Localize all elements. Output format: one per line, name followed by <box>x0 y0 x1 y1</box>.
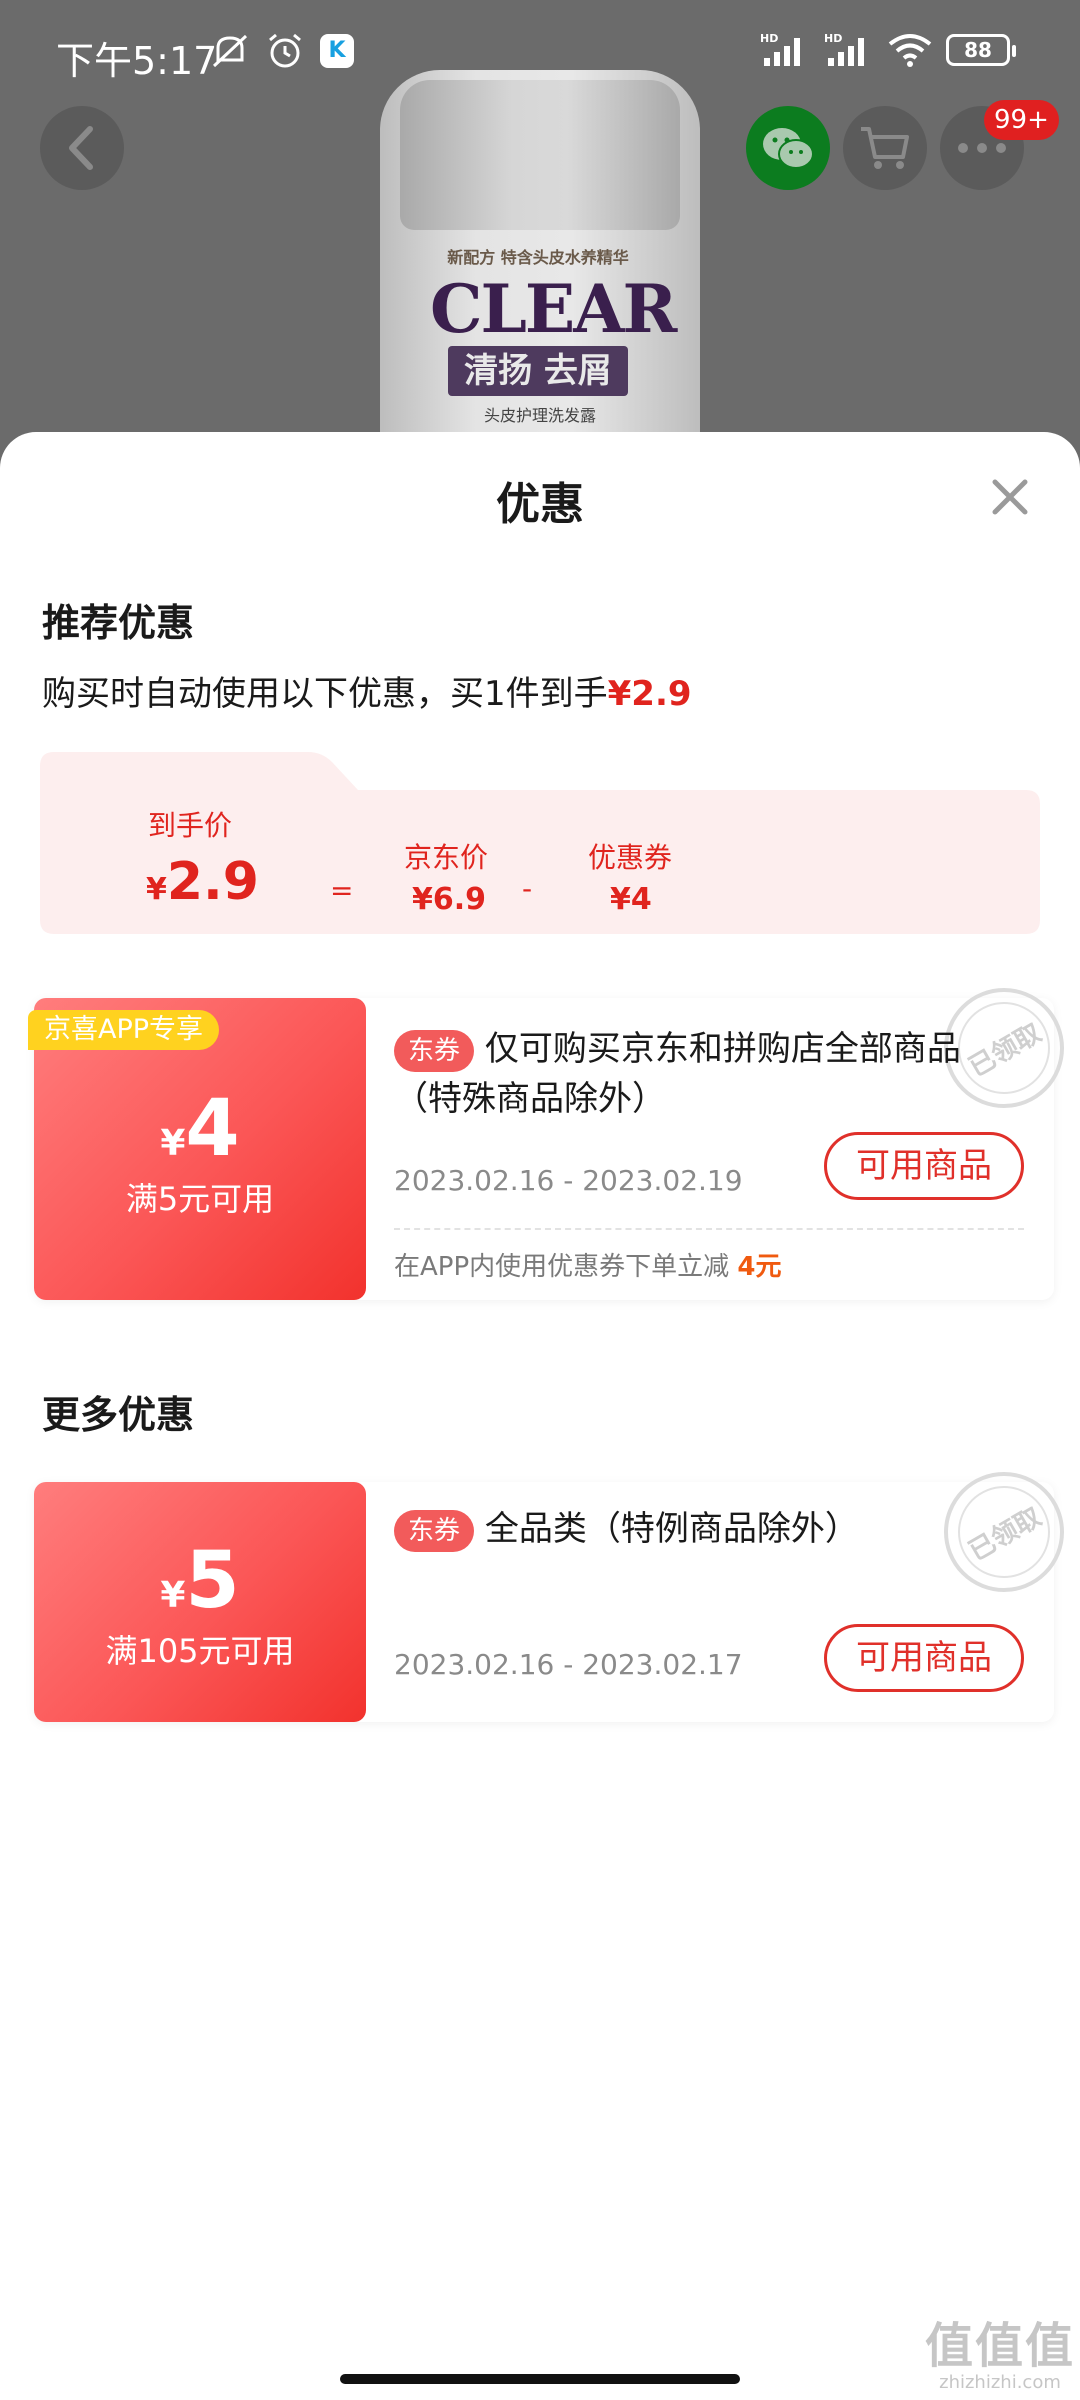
jd-price-value: ¥6.9 <box>412 882 487 917</box>
signal-label: HD <box>760 32 778 45</box>
final-price-yen: ¥ <box>146 872 167 907</box>
message-count-badge: 99+ <box>984 100 1059 140</box>
status-time: 下午5:17 <box>56 39 218 83</box>
jd-price-label: 京东价 <box>404 841 489 874</box>
final-price-label: 到手价 <box>148 809 233 842</box>
jingxi-app-exclusive-tag: 京喜APP专享 <box>28 1010 220 1050</box>
coupon-condition: 满5元可用 <box>125 1180 275 1218</box>
watermark-logo: 值值值 <box>924 2318 1075 2374</box>
final-price-number: 2.9 <box>166 852 259 912</box>
product-brand: CLEAR <box>430 270 677 348</box>
product-desc: 头皮护理洗发露 <box>483 406 596 425</box>
cart-icon <box>861 127 909 169</box>
coupon-sheet: 优惠 推荐优惠 购买时自动使用以下优惠，买1件到手¥2.9 到手价 ¥2.9 =… <box>0 432 1080 2400</box>
status-bar: 下午5:17 K HD HD 88 <box>0 0 1080 100</box>
product-label-top: 新配方 特含头皮水养精华 <box>447 248 629 267</box>
back-button[interactable] <box>40 106 124 190</box>
more-section-title: 更多优惠 <box>42 1393 195 1437</box>
coupon-description: 东券 仅可购买京东和拼购店全部商品（特殊商品除外） <box>394 1024 1024 1124</box>
coupon-yen: ¥ <box>160 1575 186 1616</box>
app-notification-icon: K <box>320 34 354 68</box>
coupon-amount-number: 5 <box>185 1536 240 1626</box>
sheet-title: 优惠 <box>496 479 584 530</box>
coupon-desc-text: 仅可购买京东和拼购店全部商品（特殊商品除外） <box>394 1029 961 1119</box>
watermark-url: zhizhizhi.com <box>939 2372 1061 2393</box>
minus-sign: - <box>522 872 533 905</box>
battery-icon: 88 <box>946 34 1016 66</box>
close-icon[interactable] <box>985 472 1035 522</box>
equals-sign: = <box>330 874 354 907</box>
coupon-type-tag: 东券 <box>394 1509 475 1552</box>
product-cap <box>400 80 680 230</box>
signal-label-2: HD <box>824 32 842 45</box>
price-breakdown-card: 到手价 ¥2.9 = 京东价 ¥6.9 - 优惠券 ¥4 <box>40 752 1040 934</box>
coupon-validity-date: 2023.02.16 - 2023.02.19 <box>394 1164 743 1197</box>
coupon-card[interactable]: ¥5 满105元可用 已领取 东券 全品类（特例商品除外） 2023.02.16… <box>34 1472 1064 1722</box>
recommended-final-price: ¥2.9 <box>607 674 692 714</box>
mute-icon <box>212 34 248 68</box>
coupon-discount-label: 优惠券 <box>588 841 673 874</box>
coupon-amount: ¥4 <box>34 1084 366 1174</box>
cart-button[interactable] <box>843 106 927 190</box>
signal-icon: HD <box>760 32 800 66</box>
coupon-desc-text: 全品类（特例商品除外） <box>484 1509 859 1549</box>
recommended-section-title: 推荐优惠 <box>42 601 195 645</box>
product-sub-brand: 清扬 去屑 <box>448 346 628 396</box>
coupon-note-amount: 4元 <box>737 1252 782 1282</box>
coupon-note-text: 在APP内使用优惠券下单立减 <box>394 1252 738 1282</box>
coupon-condition: 满105元可用 <box>105 1632 295 1670</box>
coupon-yen: ¥ <box>160 1123 186 1164</box>
wechat-share-button[interactable] <box>746 106 830 190</box>
coupon-discount-value: ¥4 <box>610 882 652 917</box>
available-products-button[interactable]: 可用商品 <box>824 1132 1024 1200</box>
home-indicator[interactable] <box>340 2374 740 2384</box>
signal-icon-2: HD <box>824 32 864 66</box>
available-products-button[interactable]: 可用商品 <box>824 1624 1024 1692</box>
coupon-amount-number: 4 <box>185 1084 240 1174</box>
recommended-subtitle-text: 购买时自动使用以下优惠，买1件到手 <box>42 674 608 714</box>
coupon-amount-panel: ¥5 满105元可用 <box>34 1482 366 1722</box>
chevron-left-icon <box>69 126 93 170</box>
wifi-icon <box>888 34 932 67</box>
more-dots-icon <box>958 143 1006 153</box>
coupon-validity-date: 2023.02.16 - 2023.02.17 <box>394 1648 743 1681</box>
watermark: 值值值 zhizhizhi.com <box>920 2320 1080 2393</box>
final-price-value: ¥2.9 <box>146 852 259 912</box>
coupon-divider <box>394 1228 1024 1230</box>
recommended-subtitle: 购买时自动使用以下优惠，买1件到手¥2.9 <box>42 666 692 715</box>
alarm-icon <box>269 33 301 68</box>
coupon-card[interactable]: ¥4 满5元可用 京喜APP专享 已领取 东券 仅可购买京东和拼购店全部商品（特… <box>28 988 1064 1300</box>
coupon-note: 在APP内使用优惠券下单立减 4元 <box>394 1246 782 1283</box>
coupon-type-tag: 东券 <box>394 1029 475 1072</box>
wechat-icon <box>763 128 814 169</box>
coupon-description: 东券 全品类（特例商品除外） <box>394 1504 1024 1554</box>
coupon-amount: ¥5 <box>34 1536 366 1626</box>
